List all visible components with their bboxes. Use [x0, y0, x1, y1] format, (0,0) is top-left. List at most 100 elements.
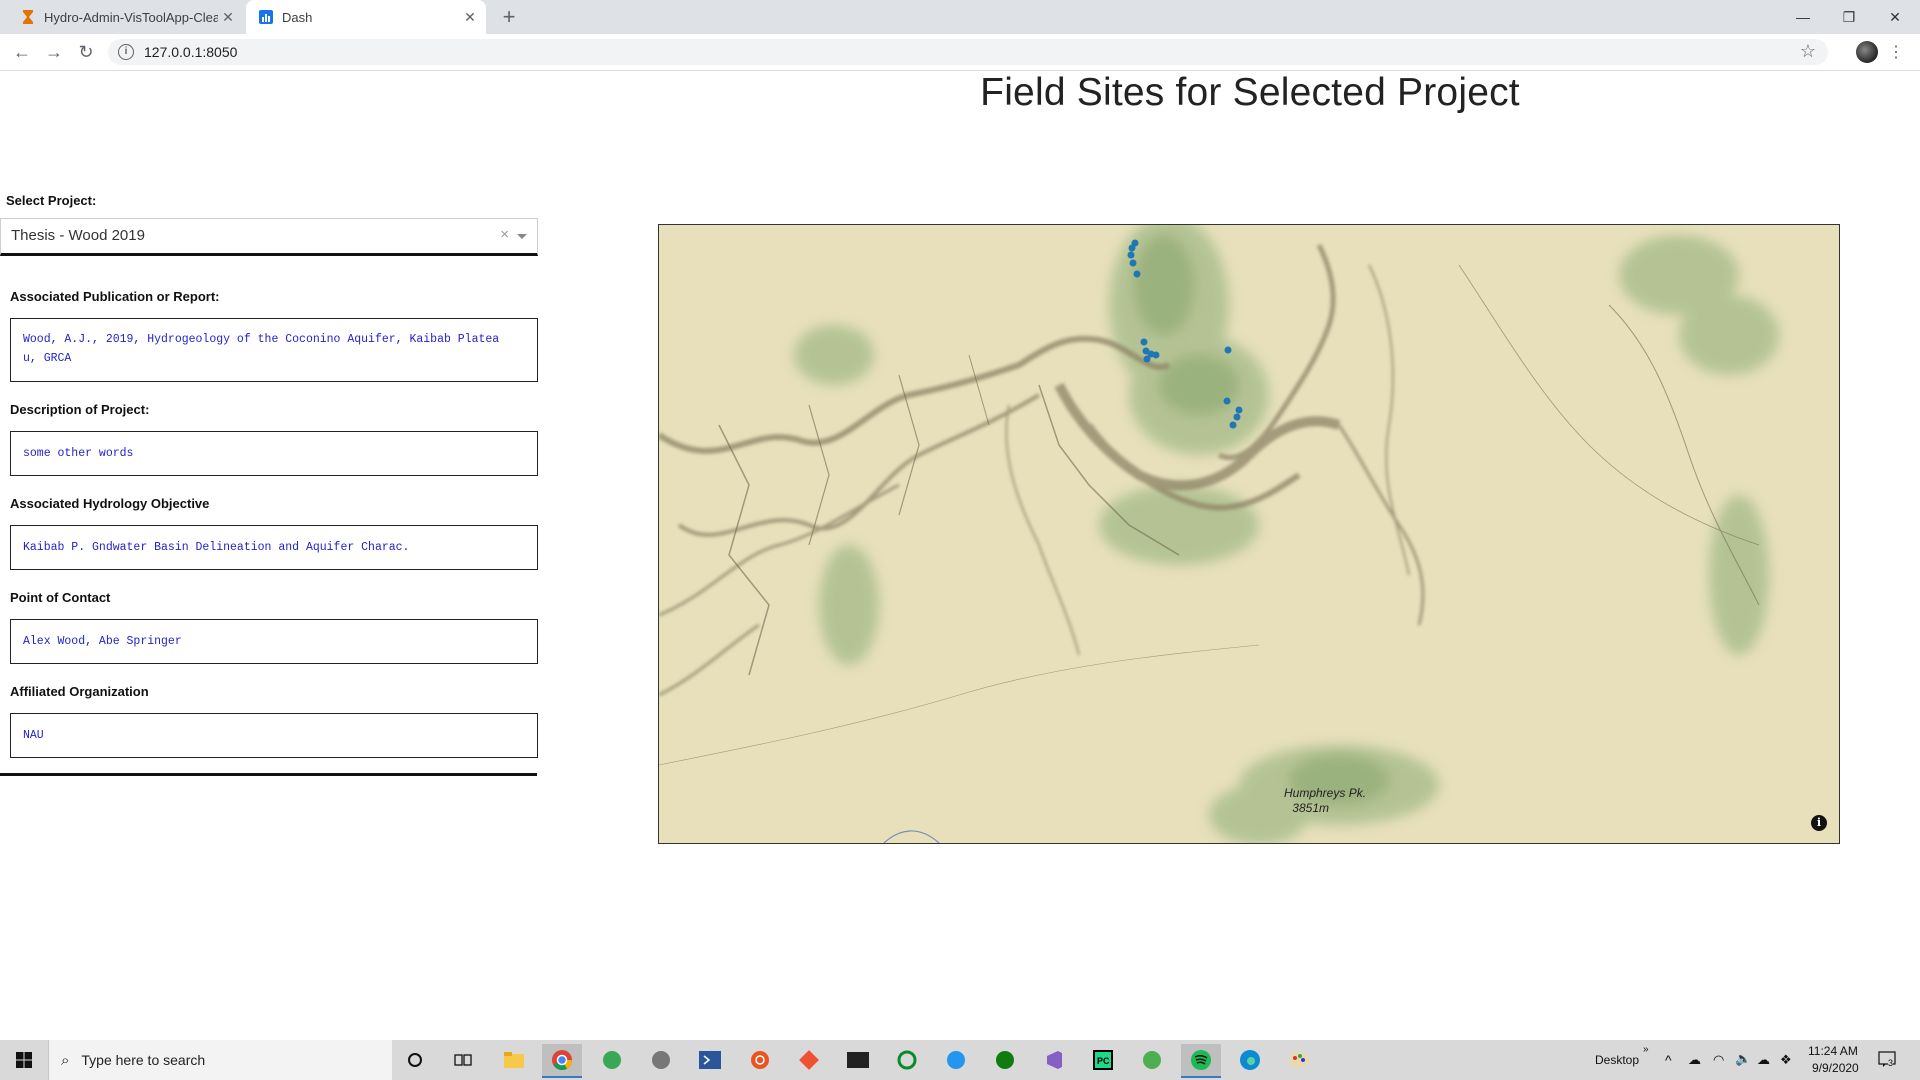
dash-chart-icon — [258, 9, 274, 25]
restore-button[interactable]: ❐ — [1826, 0, 1872, 34]
file-explorer-icon[interactable] — [494, 1044, 534, 1076]
xbox-icon[interactable] — [985, 1044, 1025, 1076]
app-icon-gray[interactable] — [641, 1044, 681, 1076]
project-dropdown[interactable]: Thesis - Wood 2019 × — [0, 218, 538, 256]
forward-arrow-icon[interactable]: → — [42, 40, 66, 64]
task-view-icon[interactable] — [443, 1044, 483, 1076]
pycharm-icon[interactable]: PC — [1083, 1044, 1123, 1076]
hydrology-objective-field: Kaibab P. Gndwater Basin Delineation and… — [10, 525, 538, 570]
app-icon-circle[interactable] — [887, 1044, 927, 1076]
tab-title: Dash — [282, 9, 313, 25]
field-site-marker[interactable] — [1223, 397, 1231, 405]
clear-icon[interactable]: × — [500, 226, 509, 243]
field-site-marker[interactable] — [1128, 244, 1136, 252]
close-window-button[interactable]: ✕ — [1872, 0, 1918, 34]
panel-bottom-rule — [0, 773, 537, 776]
field-site-marker[interactable] — [1129, 259, 1137, 267]
peak-label: Humphreys Pk. — [1284, 786, 1366, 800]
publication-label: Associated Publication or Report: — [10, 289, 220, 304]
point-of-contact-field: Alex Wood, Abe Springer — [10, 619, 538, 664]
clock-date[interactable]: 9/9/2020 — [1812, 1061, 1859, 1075]
site-info-icon[interactable]: i — [118, 44, 134, 60]
terminal-icon[interactable] — [838, 1044, 878, 1076]
volume-icon[interactable]: 🔈 — [1735, 1051, 1751, 1067]
url-text: 127.0.0.1:8050 — [144, 44, 238, 60]
desktop-toolbar-label[interactable]: Desktop — [1595, 1053, 1639, 1067]
peak-elevation: 3851m — [1292, 801, 1329, 815]
browser-menu-icon[interactable]: ⋮ — [1888, 42, 1904, 62]
edge-icon[interactable] — [1230, 1044, 1270, 1076]
cloud-sync-icon[interactable]: ☁ — [1757, 1052, 1770, 1068]
git-icon[interactable] — [789, 1044, 829, 1076]
powershell-icon[interactable] — [690, 1044, 730, 1076]
organization-value: NAU — [23, 729, 44, 742]
select-project-label: Select Project: — [6, 193, 97, 208]
field-site-marker[interactable] — [1229, 421, 1237, 429]
page-title: Field Sites for Selected Project — [980, 71, 1520, 114]
taskbar-search-input[interactable]: ⌕ Type here to search — [48, 1040, 392, 1080]
docker-icon[interactable] — [936, 1044, 976, 1076]
description-value: some other words — [23, 447, 134, 460]
windows-start-icon[interactable] — [0, 1040, 48, 1080]
dash-app: Field Sites for Selected Project Select … — [0, 71, 1920, 1039]
app-icon-tree[interactable] — [1132, 1044, 1172, 1076]
tab-dash[interactable]: Dash ✕ — [246, 0, 486, 34]
field-site-marker[interactable] — [1235, 406, 1243, 414]
profile-avatar[interactable] — [1856, 41, 1878, 63]
onedrive-icon[interactable]: ☁ — [1688, 1052, 1701, 1068]
field-site-marker[interactable] — [1224, 346, 1232, 354]
svg-text:PC: PC — [1097, 1056, 1110, 1066]
cortana-icon[interactable] — [395, 1044, 435, 1076]
ubuntu-icon[interactable] — [740, 1044, 780, 1076]
browser-tabstrip: Hydro-Admin-VisToolApp-Clean ✕ Dash ✕ + … — [0, 0, 1920, 34]
tab-title: Hydro-Admin-VisToolApp-Clean — [44, 9, 218, 25]
visual-studio-icon[interactable] — [1034, 1044, 1074, 1076]
close-tab-icon[interactable]: ✕ — [218, 9, 238, 26]
organization-label: Affiliated Organization — [10, 684, 149, 699]
description-field: some other words — [10, 431, 538, 476]
minimize-button[interactable]: — — [1780, 0, 1826, 34]
terrain-basemap: Humphreys Pk. 3851m — [659, 225, 1839, 843]
field-site-marker[interactable] — [1152, 351, 1160, 359]
field-sites-map[interactable]: Humphreys Pk. 3851m i — [658, 224, 1840, 844]
point-of-contact-value: Alex Wood, Abe Springer — [23, 635, 182, 648]
field-site-marker[interactable] — [1233, 413, 1241, 421]
close-tab-icon[interactable]: ✕ — [460, 9, 480, 26]
hydrology-objective-label: Associated Hydrology Objective — [10, 496, 210, 511]
chevron-up-icon[interactable]: ^ — [1665, 1052, 1672, 1068]
search-placeholder: Type here to search — [81, 1052, 206, 1068]
clock-time[interactable]: 11:24 AM — [1808, 1044, 1858, 1058]
bookmark-star-icon[interactable]: ☆ — [1800, 41, 1816, 62]
field-site-marker[interactable] — [1143, 355, 1151, 363]
browser-toolbar: ← → ↻ i 127.0.0.1:8050 ☆ ⋮ — [0, 34, 1920, 71]
publication-value: Wood, A.J., 2019, Hydrogeology of the Co… — [23, 333, 500, 365]
paint-icon[interactable] — [1279, 1044, 1319, 1076]
address-bar[interactable]: i 127.0.0.1:8050 ☆ — [108, 39, 1828, 65]
chrome-icon[interactable] — [542, 1044, 582, 1078]
dropdown-value: Thesis - Wood 2019 — [11, 227, 145, 244]
description-label: Description of Project: — [10, 402, 150, 417]
app-icon-green[interactable] — [592, 1044, 632, 1076]
chevron-down-icon[interactable] — [517, 234, 527, 239]
expand-toolbar-icon[interactable]: » — [1643, 1044, 1649, 1055]
notifications-icon[interactable]: 3 — [1878, 1050, 1896, 1068]
wifi-icon[interactable]: ◠ — [1713, 1052, 1724, 1068]
dropbox-icon[interactable]: ❖ — [1780, 1052, 1792, 1068]
map-attribution-info-icon[interactable]: i — [1811, 815, 1827, 831]
notification-count: 3 — [1888, 1058, 1894, 1068]
spotify-icon[interactable] — [1181, 1044, 1221, 1078]
organization-field: NAU — [10, 713, 538, 758]
point-of-contact-label: Point of Contact — [10, 590, 111, 605]
field-site-marker[interactable] — [1127, 251, 1135, 259]
tab-hydro-admin[interactable]: Hydro-Admin-VisToolApp-Clean ✕ — [8, 0, 244, 34]
field-site-marker[interactable] — [1140, 338, 1148, 346]
hydrology-objective-value: Kaibab P. Gndwater Basin Delineation and… — [23, 541, 410, 554]
hourglass-icon — [20, 9, 36, 25]
search-icon: ⌕ — [61, 1051, 70, 1069]
new-tab-button[interactable]: + — [496, 4, 522, 30]
field-site-marker[interactable] — [1133, 270, 1141, 278]
windows-taskbar: ⌕ Type here to search PC Desktop » ^ ☁ ◠… — [0, 1040, 1920, 1080]
back-arrow-icon[interactable]: ← — [10, 40, 34, 64]
reload-icon[interactable]: ↻ — [74, 40, 98, 64]
publication-field: Wood, A.J., 2019, Hydrogeology of the Co… — [10, 318, 538, 382]
